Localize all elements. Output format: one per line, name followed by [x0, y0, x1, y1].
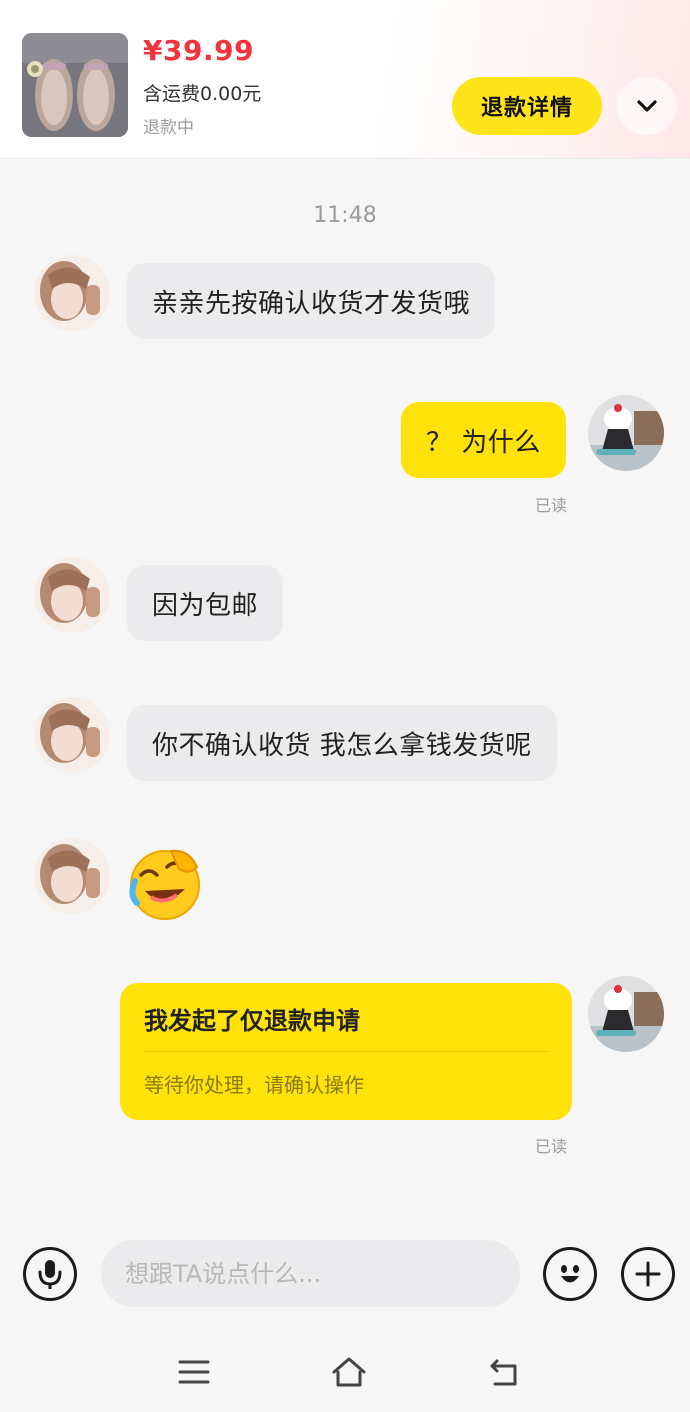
- microphone-icon: [38, 1260, 62, 1289]
- my-avatar[interactable]: [588, 976, 664, 1052]
- seller-avatar-icon: [34, 838, 110, 914]
- seller-avatar-icon: [34, 557, 110, 633]
- message-bubble-incoming[interactable]: 你不确认收货 我怎么拿钱发货呢: [127, 705, 557, 781]
- chevron-down-icon: [637, 100, 657, 112]
- home-icon: [332, 1357, 366, 1387]
- shoes-photo-icon: [22, 33, 128, 137]
- collapse-button[interactable]: [617, 77, 677, 135]
- refund-details-button[interactable]: 退款详情: [452, 77, 602, 135]
- read-receipt: 已读: [535, 1137, 568, 1156]
- shipping-fee: 含运费0.00元: [143, 83, 262, 105]
- my-avatar[interactable]: [588, 395, 664, 471]
- menu-icon: [178, 1360, 210, 1384]
- card-divider: [144, 1051, 548, 1052]
- message-bubble-outgoing[interactable]: ？ 为什么: [401, 402, 566, 478]
- order-header: ¥39.99 含运费0.00元 退款中 退款详情: [0, 0, 690, 159]
- nav-home-button[interactable]: [326, 1349, 372, 1395]
- refund-request-title: 我发起了仅退款申请: [144, 1007, 360, 1035]
- message-input[interactable]: [101, 1240, 520, 1307]
- seller-avatar[interactable]: [34, 838, 110, 914]
- read-receipt: 已读: [535, 496, 568, 515]
- message-bubble-incoming[interactable]: 因为包邮: [127, 565, 284, 641]
- seller-avatar[interactable]: [34, 697, 110, 773]
- smiley-icon: [561, 1265, 579, 1283]
- my-avatar-icon: [588, 395, 664, 471]
- chat-timestamp: 11:48: [313, 203, 377, 228]
- refund-request-subtitle: 等待你处理，请确认操作: [144, 1073, 364, 1097]
- more-button[interactable]: [621, 1247, 675, 1301]
- emoji-message[interactable]: [127, 845, 203, 921]
- seller-avatar[interactable]: [34, 255, 110, 331]
- product-price: ¥39.99: [143, 34, 255, 67]
- seller-avatar[interactable]: [34, 557, 110, 633]
- voice-button[interactable]: [23, 1247, 77, 1301]
- nav-back-button[interactable]: [481, 1349, 527, 1395]
- emoji-button[interactable]: [543, 1247, 597, 1301]
- product-thumbnail[interactable]: [22, 33, 128, 137]
- seller-avatar-icon: [34, 697, 110, 773]
- nav-menu-button[interactable]: [171, 1349, 217, 1395]
- order-status: 退款中: [143, 118, 194, 138]
- my-avatar-icon: [588, 976, 664, 1052]
- seller-avatar-icon: [34, 255, 110, 331]
- plus-icon: [635, 1261, 661, 1287]
- refund-request-card[interactable]: 我发起了仅退款申请 等待你处理，请确认操作: [120, 983, 572, 1120]
- laughing-crying-emoji-icon: [129, 849, 200, 920]
- back-icon: [490, 1359, 517, 1386]
- message-bubble-incoming[interactable]: 亲亲先按确认收货才发货哦: [127, 263, 496, 339]
